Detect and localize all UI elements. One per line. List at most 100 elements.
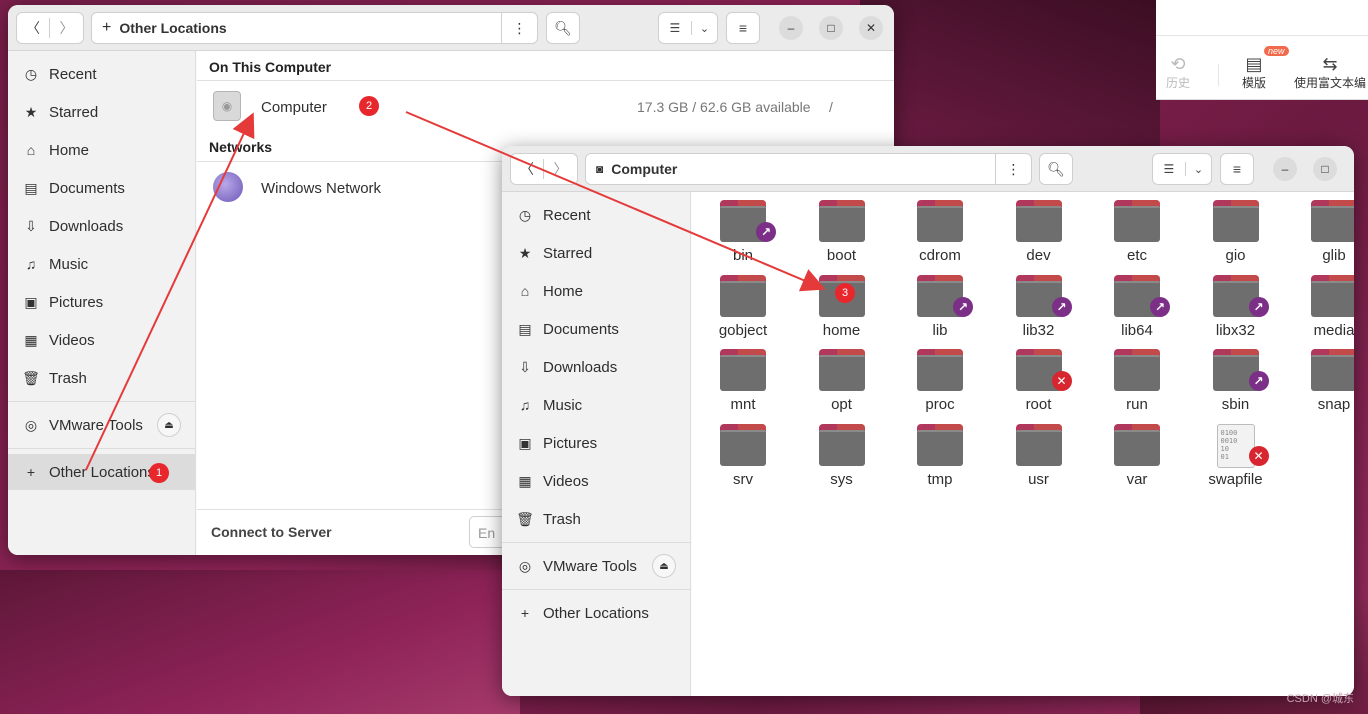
document-icon: ▤ (24, 179, 38, 196)
folder-item[interactable]: ↗ libx32 (1191, 274, 1281, 349)
folder-item[interactable]: ↗ lib64 (1092, 274, 1182, 349)
folder-item[interactable]: glib (1289, 200, 1354, 274)
sidebar-item-documents[interactable]: ▤ Documents (8, 170, 195, 206)
file-item[interactable]: 0100 0010 10 01 ✕ swapfile (1191, 423, 1281, 498)
folder-item[interactable]: ↗ bin (698, 200, 788, 274)
sidebar-item-recent[interactable]: ◷ Recent (8, 56, 195, 92)
sidebar-item-vmware-tools[interactable]: ◎ VMware Tools ⏏ (502, 548, 690, 584)
item-name: swapfile (1208, 470, 1263, 488)
folder-item[interactable]: dev (994, 200, 1084, 274)
path-menu-icon[interactable]: ⋮ (501, 13, 537, 43)
view-toggle[interactable]: ☰ ⌄ (1152, 153, 1212, 185)
minimize-icon: – (787, 21, 795, 35)
sidebar-item-other-locations[interactable]: + Other Locations (502, 595, 690, 631)
sidebar-item-videos[interactable]: ▦ Videos (502, 463, 690, 499)
folder-item[interactable]: proc (895, 349, 985, 423)
home-icon: ⌂ (520, 283, 530, 299)
folder-item[interactable]: run (1092, 349, 1182, 423)
template-button[interactable]: ▤ 模版 new (1242, 46, 1289, 91)
sidebar-item-pictures[interactable]: ▣ Pictures (8, 284, 195, 320)
folder-item[interactable]: gio (1191, 200, 1281, 274)
sidebar-item-starred[interactable]: ★ Starred (502, 235, 690, 271)
maximize-button[interactable]: □ (819, 16, 843, 40)
folder-item[interactable]: opt (797, 349, 887, 423)
minimize-button[interactable]: – (779, 16, 803, 40)
picture-icon: ▣ (24, 293, 38, 310)
item-name: home (822, 321, 861, 339)
path-bar[interactable]: + Other Locations ⋮ (91, 12, 538, 44)
sidebar-item-trash[interactable]: 🗑︎ Trash (502, 501, 690, 537)
folder-item[interactable]: media (1289, 274, 1354, 349)
sidebar-item-trash[interactable]: 🗑︎ Trash (8, 360, 195, 396)
header-bar: 〈 〉 ◙ Computer ⋮ 🔍︎ ☰ ⌄ ≡ – □ (502, 146, 1354, 192)
path-crumb[interactable]: Other Locations (119, 20, 226, 36)
path-crumb[interactable]: Computer (611, 161, 677, 177)
folder-item[interactable]: cdrom (895, 200, 985, 274)
picture-icon: ▣ (518, 434, 532, 451)
folder-item[interactable]: ✕ root (994, 349, 1084, 423)
sidebar-item-vmware-tools[interactable]: ◎ VMware Tools ⏏ (8, 407, 195, 443)
sidebar-item-music[interactable]: ♫ Music (502, 387, 690, 423)
folder-icon (917, 349, 963, 391)
forward-icon[interactable]: 〉 (544, 159, 577, 179)
eject-icon[interactable]: ⏏ (157, 413, 181, 437)
folder-item[interactable]: ↗ sbin (1191, 349, 1281, 423)
eject-icon[interactable]: ⏏ (652, 554, 676, 578)
chevron-down-icon[interactable]: ⌄ (1186, 163, 1211, 176)
main-menu-button[interactable]: ≡ (1220, 153, 1254, 185)
computer-row[interactable]: ◉ Computer 17.3 GB / 62.6 GB available / (197, 81, 894, 129)
folder-item[interactable]: etc (1092, 200, 1182, 274)
list-view-icon[interactable]: ☰ (1153, 162, 1186, 176)
item-name: lib32 (1022, 321, 1055, 339)
sidebar-item-home[interactable]: ⌂ Home (502, 273, 690, 309)
folder-icon (720, 349, 766, 391)
folder-item[interactable]: srv (698, 423, 788, 498)
sidebar-item-downloads[interactable]: ⇩ Downloads (502, 349, 690, 385)
sidebar-item-documents[interactable]: ▤ Documents (502, 311, 690, 347)
video-icon: ▦ (518, 472, 532, 489)
plus-icon: + (102, 19, 112, 36)
close-button[interactable]: ✕ (859, 16, 883, 40)
folder-item[interactable]: snap (1289, 349, 1354, 423)
folder-item[interactable]: ↗ lib (895, 274, 985, 349)
folder-icon (917, 200, 963, 242)
rich-text-icon: ⇆ (1322, 54, 1338, 74)
history-button[interactable]: ⟲ 历史 (1166, 54, 1190, 91)
search-icon: 🔍︎ (1047, 160, 1065, 177)
item-name: tmp (927, 470, 953, 488)
sidebar-item-videos[interactable]: ▦ Videos (8, 322, 195, 358)
folder-item[interactable]: usr (994, 423, 1084, 498)
main-menu-button[interactable]: ≡ (726, 12, 760, 44)
sidebar-item-pictures[interactable]: ▣ Pictures (502, 425, 690, 461)
folder-item[interactable]: ↗ lib32 (994, 274, 1084, 349)
back-icon[interactable]: 〈 (511, 159, 545, 179)
sidebar-item-starred[interactable]: ★ Starred (8, 94, 195, 130)
view-toggle[interactable]: ☰ ⌄ (658, 12, 718, 44)
sidebar-item-recent[interactable]: ◷ Recent (502, 197, 690, 233)
folder-item[interactable]: mnt (698, 349, 788, 423)
maximize-button[interactable]: □ (1313, 157, 1337, 181)
list-view-icon[interactable]: ☰ (659, 21, 692, 35)
sidebar-item-downloads[interactable]: ⇩ Downloads (8, 208, 195, 244)
folder-item[interactable]: gobject (698, 274, 788, 349)
search-button[interactable]: 🔍︎ (1039, 153, 1073, 185)
files-window-computer: 〈 〉 ◙ Computer ⋮ 🔍︎ ☰ ⌄ ≡ – □ ◷ Recent ★ S… (502, 146, 1354, 696)
folder-item[interactable]: boot (797, 200, 887, 274)
folder-item[interactable]: var (1092, 423, 1182, 498)
rich-text-button[interactable]: ⇆ 使用富文本编 (1294, 54, 1366, 91)
folder-item[interactable]: sys (797, 423, 887, 498)
path-menu-icon[interactable]: ⋮ (995, 154, 1031, 184)
search-button[interactable]: 🔍︎ (546, 12, 580, 44)
sidebar-item-music[interactable]: ♫ Music (8, 246, 195, 282)
item-name: snap (1317, 396, 1351, 413)
no-access-emblem-icon: ✕ (1248, 445, 1269, 466)
folder-item[interactable]: tmp (895, 423, 985, 498)
forward-icon[interactable]: 〉 (50, 18, 83, 38)
folder-icon (720, 274, 766, 317)
path-bar[interactable]: ◙ Computer ⋮ (585, 153, 1032, 185)
wallpaper-shape (860, 0, 1160, 160)
sidebar-item-home[interactable]: ⌂ Home (8, 132, 195, 168)
back-icon[interactable]: 〈 (17, 18, 51, 38)
minimize-button[interactable]: – (1273, 157, 1297, 181)
chevron-down-icon[interactable]: ⌄ (692, 22, 717, 35)
